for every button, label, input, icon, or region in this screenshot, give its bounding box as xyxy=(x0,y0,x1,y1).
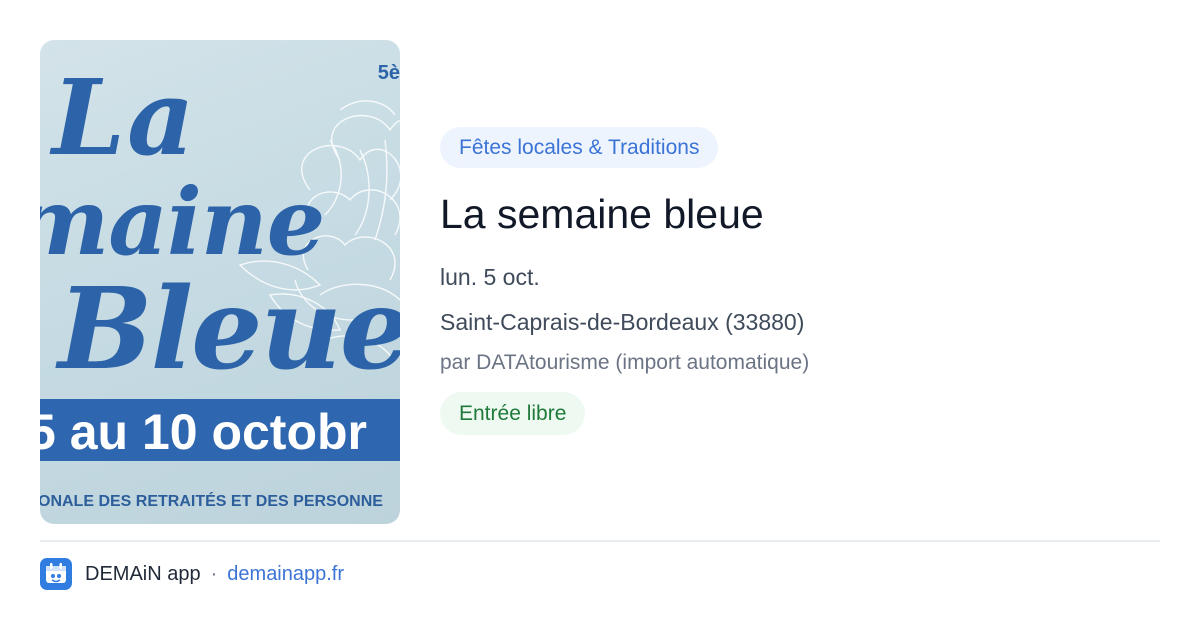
poster-edition-text: 5è xyxy=(377,62,400,84)
poster-title-line2: maine xyxy=(40,168,325,276)
footer-separator: · xyxy=(210,562,218,585)
event-info: Fêtes locales & Traditions La semaine bl… xyxy=(440,127,1160,435)
event-source: par DATAtourisme (import automatique) xyxy=(440,351,810,374)
poster-title-line3: Bleue xyxy=(58,264,400,395)
event-location: Saint-Caprais-de-Bordeaux (33880) xyxy=(440,309,805,335)
poster-title-line1: La xyxy=(52,56,197,179)
event-title[interactable]: La semaine bleue xyxy=(440,188,1160,240)
price-badge: Entrée libre xyxy=(440,392,586,435)
poster-footer-text: ONALE DES RETRAITÉS ET DES PERSONNE xyxy=(40,493,383,510)
event-poster-image: 5è La maine Bleue 5 au 10 octobr ONALE D… xyxy=(40,40,400,524)
poster-dates: 5 au 10 octobr xyxy=(40,404,367,460)
footer-divider xyxy=(40,540,1160,542)
category-badge[interactable]: Fêtes locales & Traditions xyxy=(440,127,719,168)
demain-app-icon xyxy=(40,558,72,590)
app-website-link[interactable]: demainapp.fr xyxy=(227,563,344,586)
event-card[interactable]: 5è La maine Bleue 5 au 10 octobr ONALE D… xyxy=(0,0,1200,630)
footer: DEMAiN app · demainapp.fr xyxy=(40,558,344,590)
event-date: lun. 5 oct. xyxy=(440,264,540,290)
app-name: DEMAiN app xyxy=(85,562,201,585)
